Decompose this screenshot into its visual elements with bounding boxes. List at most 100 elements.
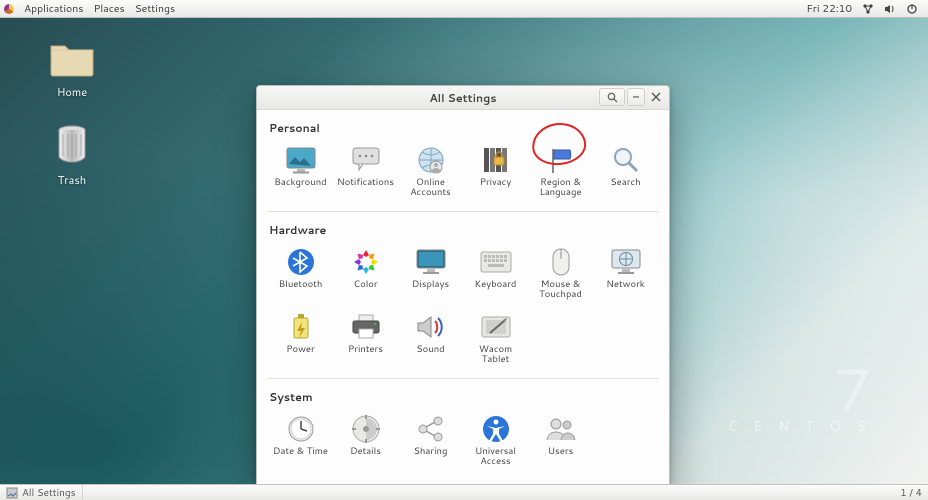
taskbar-entry-label: All Settings: [22, 486, 76, 500]
close-button[interactable]: [647, 88, 665, 106]
item-color-label: Color: [353, 280, 377, 290]
item-network-label: Network: [606, 280, 645, 290]
item-search[interactable]: Search: [594, 140, 657, 203]
taskbar-entry[interactable]: All Settings: [0, 485, 83, 500]
item-universal-access-label: Universal Access: [466, 447, 525, 468]
displays-icon: [415, 246, 447, 278]
volume-icon[interactable]: [884, 3, 896, 15]
printers-icon: [350, 311, 382, 343]
item-search-label: Search: [610, 178, 640, 188]
close-icon: [651, 92, 661, 102]
keyboard-icon: [480, 246, 512, 278]
item-background[interactable]: Background: [269, 140, 332, 203]
desktop-home-label: Home: [40, 84, 104, 100]
bottom-panel: All Settings 1 / 4: [0, 484, 928, 500]
sharing-icon: [415, 413, 447, 445]
minimize-button[interactable]: [627, 88, 645, 106]
details-icon: [350, 413, 382, 445]
bluetooth-icon: [285, 246, 317, 278]
brand-name: C E N T O S: [728, 416, 872, 436]
desktop-trash-label: Trash: [40, 172, 104, 188]
workspace-indicator[interactable]: 1 / 4: [894, 486, 928, 500]
background-icon: [285, 144, 317, 176]
item-printers[interactable]: Printers: [334, 307, 397, 370]
item-color[interactable]: Color: [334, 242, 397, 305]
grid-system: Date & Time Details Sharing Universal Ac…: [269, 407, 657, 478]
item-sound[interactable]: Sound: [399, 307, 462, 370]
search-icon: [607, 92, 618, 103]
section-personal-title: Personal: [269, 116, 657, 138]
menu-places[interactable]: Places: [93, 2, 124, 16]
grid-personal: Background Notifications Online Accounts…: [269, 138, 657, 209]
power-settings-icon: [285, 311, 317, 343]
item-users-label: Users: [548, 447, 574, 457]
section-hardware-title: Hardware: [269, 218, 657, 240]
settings-task-icon: [6, 487, 18, 499]
sound-icon: [415, 311, 447, 343]
section-system-title: System: [269, 385, 657, 407]
item-universal-access[interactable]: Universal Access: [464, 409, 527, 472]
item-power[interactable]: Power: [269, 307, 332, 370]
item-sharing[interactable]: Sharing: [399, 409, 462, 472]
privacy-icon: [480, 144, 512, 176]
brand-version: 7: [728, 362, 872, 416]
item-date-time-label: Date & Time: [273, 447, 328, 457]
item-bluetooth-label: Bluetooth: [279, 280, 323, 290]
online-accounts-icon: [415, 144, 447, 176]
trash-icon: [54, 124, 90, 166]
menu-settings[interactable]: Settings: [135, 2, 176, 16]
item-background-label: Background: [274, 178, 326, 188]
search-settings-icon: [610, 144, 642, 176]
titlebar[interactable]: All Settings: [257, 86, 669, 110]
distro-icon: [4, 4, 14, 14]
item-mouse-touchpad[interactable]: Mouse & Touchpad: [529, 242, 592, 305]
grid-hardware: Bluetooth Color Displays Keyboard Mouse …: [269, 240, 657, 376]
item-online-accounts[interactable]: Online Accounts: [399, 140, 462, 203]
item-users[interactable]: Users: [529, 409, 592, 472]
item-network[interactable]: Network: [594, 242, 657, 305]
item-region-language[interactable]: Region & Language: [529, 140, 592, 203]
power-icon[interactable]: [906, 3, 918, 15]
brand-watermark: 7 C E N T O S: [728, 362, 872, 436]
item-online-accounts-label: Online Accounts: [401, 178, 460, 199]
item-displays-label: Displays: [412, 280, 449, 290]
item-region-language-label: Region & Language: [531, 178, 590, 199]
item-details[interactable]: Details: [334, 409, 397, 472]
item-date-time[interactable]: Date & Time: [269, 409, 332, 472]
folder-icon: [49, 40, 95, 78]
item-notifications-label: Notifications: [337, 178, 394, 188]
item-printers-label: Printers: [348, 345, 383, 355]
item-bluetooth[interactable]: Bluetooth: [269, 242, 332, 305]
item-power-label: Power: [286, 345, 314, 355]
item-keyboard[interactable]: Keyboard: [464, 242, 527, 305]
item-wacom-label: Wacom Tablet: [466, 345, 525, 366]
clock[interactable]: Fri 22:10: [806, 2, 852, 16]
region-language-icon: [545, 144, 577, 176]
item-sound-label: Sound: [416, 345, 444, 355]
item-sharing-label: Sharing: [414, 447, 448, 457]
desktop-trash[interactable]: Trash: [40, 124, 104, 188]
mouse-icon: [545, 246, 577, 278]
item-keyboard-label: Keyboard: [475, 280, 517, 290]
users-icon: [545, 413, 577, 445]
window-title: All Settings: [429, 90, 496, 106]
item-mouse-touchpad-label: Mouse & Touchpad: [531, 280, 590, 301]
item-wacom[interactable]: Wacom Tablet: [464, 307, 527, 370]
search-button[interactable]: [599, 88, 625, 106]
desktop-home[interactable]: Home: [40, 40, 104, 100]
settings-window: All Settings Personal Background Notific…: [256, 85, 670, 489]
notifications-icon: [350, 144, 382, 176]
universal-access-icon: [480, 413, 512, 445]
color-icon: [350, 246, 382, 278]
network-icon[interactable]: [862, 3, 874, 15]
item-notifications[interactable]: Notifications: [334, 140, 397, 203]
menu-applications[interactable]: Applications: [24, 2, 83, 16]
item-details-label: Details: [350, 447, 381, 457]
item-displays[interactable]: Displays: [399, 242, 462, 305]
top-panel: Applications Places Settings Fri 22:10: [0, 0, 928, 18]
item-privacy-label: Privacy: [480, 178, 511, 188]
date-time-icon: [285, 413, 317, 445]
network-settings-icon: [610, 246, 642, 278]
wacom-icon: [480, 311, 512, 343]
item-privacy[interactable]: Privacy: [464, 140, 527, 203]
